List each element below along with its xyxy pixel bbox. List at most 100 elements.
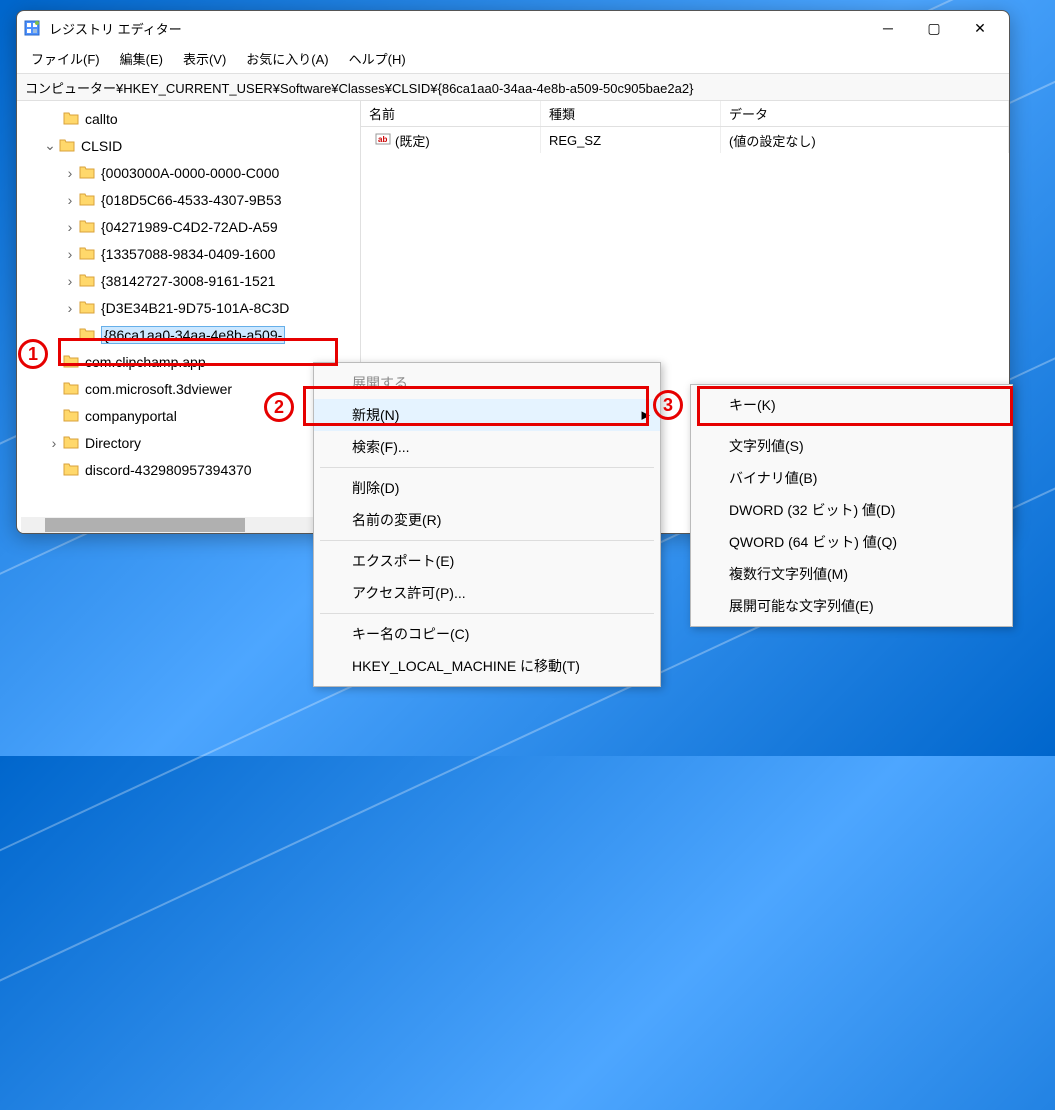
menu-item[interactable]: ファイル(F) xyxy=(21,45,110,72)
horizontal-scrollbar[interactable] xyxy=(21,517,356,533)
cm-expand: 展開する xyxy=(314,367,660,399)
menu-item[interactable]: ヘルプ(H) xyxy=(339,45,416,72)
menu-item[interactable]: お気に入り(A) xyxy=(236,45,338,72)
menu-item[interactable]: 編集(E) xyxy=(110,45,173,72)
tree-item[interactable]: callto xyxy=(17,105,360,132)
expander-icon[interactable] xyxy=(61,273,79,289)
expander-icon[interactable] xyxy=(61,165,79,181)
tree-item[interactable]: {018D5C66-4533-4307-9B53 xyxy=(17,186,360,213)
folder-icon xyxy=(63,381,81,397)
folder-icon xyxy=(79,246,97,262)
tree-item[interactable]: discord-432980957394370 xyxy=(17,456,360,483)
cm-export[interactable]: エクスポート(E) xyxy=(314,545,660,577)
cm-new-dword[interactable]: DWORD (32 ビット) 値(D) xyxy=(691,494,1012,526)
tree-item-label: com.microsoft.3dviewer xyxy=(85,381,232,397)
window-title: レジストリ エディター xyxy=(49,19,182,38)
tree-item[interactable]: {86ca1aa0-34aa-4e8b-a509- xyxy=(17,321,360,348)
folder-icon xyxy=(63,408,81,424)
address-path: コンピューター¥HKEY_CURRENT_USER¥Software¥Class… xyxy=(25,78,693,97)
svg-text:ab: ab xyxy=(378,135,387,144)
tree-item[interactable]: Directory xyxy=(17,429,360,456)
expander-icon[interactable] xyxy=(45,435,63,451)
tree-item-label: companyportal xyxy=(85,408,177,424)
list-rows: ab (既定) REG_SZ(値の設定なし) xyxy=(361,127,1009,153)
tree-item[interactable]: com.microsoft.3dviewer xyxy=(17,375,360,402)
column-data[interactable]: データ xyxy=(721,101,1009,126)
cm-rename[interactable]: 名前の変更(R) xyxy=(314,504,660,536)
cm-copy-key-name[interactable]: キー名のコピー(C) xyxy=(314,618,660,650)
minimize-button[interactable]: ─ xyxy=(865,12,911,44)
value-name: (既定) xyxy=(395,131,430,150)
cm-goto-hklm[interactable]: HKEY_LOCAL_MACHINE に移動(T) xyxy=(314,650,660,682)
cm-find[interactable]: 検索(F)... xyxy=(314,431,660,463)
context-menu-main: 展開する新規(N)▶検索(F)... 削除(D)名前の変更(R) エクスポート(E)… xyxy=(313,362,661,687)
cm-new-binary[interactable]: バイナリ値(B) xyxy=(691,462,1012,494)
expander-icon[interactable] xyxy=(61,246,79,262)
cm-delete[interactable]: 削除(D) xyxy=(314,472,660,504)
cm-new[interactable]: 新規(N)▶ xyxy=(314,399,660,431)
tree-item-label: {86ca1aa0-34aa-4e8b-a509- xyxy=(101,326,285,344)
menu-item[interactable]: 表示(V) xyxy=(173,45,236,72)
expander-icon[interactable] xyxy=(61,219,79,235)
folder-icon xyxy=(79,273,97,289)
tree-item-label: CLSID xyxy=(81,138,122,154)
address-bar[interactable]: コンピューター¥HKEY_CURRENT_USER¥Software¥Class… xyxy=(17,73,1009,101)
cm-permissions[interactable]: アクセス許可(P)... xyxy=(314,577,660,609)
tree-item-label: com.clipchamp.app xyxy=(85,354,206,370)
cm-new-expandstring[interactable]: 展開可能な文字列値(E) xyxy=(691,590,1012,622)
window-controls: ─ ▢ ✕ xyxy=(865,12,1003,44)
folder-icon xyxy=(63,111,81,127)
cm-new-string[interactable]: 文字列値(S) xyxy=(691,430,1012,462)
folder-icon xyxy=(59,138,77,154)
folder-icon xyxy=(63,435,81,451)
maximize-button[interactable]: ▢ xyxy=(911,12,957,44)
tree-item-label: {38142727-3008-9161-1521 xyxy=(101,273,275,289)
tree-item-label: {018D5C66-4533-4307-9B53 xyxy=(101,192,282,208)
registry-tree: callto CLSID {0003000A-0000-0000-C000 {018D… xyxy=(17,101,360,487)
tree-item[interactable]: com.clipchamp.app xyxy=(17,348,360,375)
tree-pane: callto CLSID {0003000A-0000-0000-C000 {018D… xyxy=(17,101,361,533)
tree-item[interactable]: {D3E34B21-9D75-101A-8C3D xyxy=(17,294,360,321)
tree-item-label: {13357088-9834-0409-1600 xyxy=(101,246,275,262)
cm-new-multistring[interactable]: 複数行文字列値(M) xyxy=(691,558,1012,590)
submenu-arrow-icon: ▶ xyxy=(642,409,650,422)
regedit-icon xyxy=(23,19,41,37)
column-type[interactable]: 種類 xyxy=(541,101,721,126)
list-row[interactable]: ab (既定) REG_SZ(値の設定なし) xyxy=(361,127,1009,153)
tree-item[interactable]: {38142727-3008-9161-1521 xyxy=(17,267,360,294)
titlebar: レジストリ エディター ─ ▢ ✕ xyxy=(17,11,1009,45)
expander-icon[interactable] xyxy=(41,137,59,154)
menu-separator xyxy=(320,467,654,468)
menu-separator xyxy=(320,613,654,614)
tree-item[interactable]: {04271989-C4D2-72AD-A59 xyxy=(17,213,360,240)
tree-item-label: {D3E34B21-9D75-101A-8C3D xyxy=(101,300,289,316)
tree-item-label: discord-432980957394370 xyxy=(85,462,252,478)
folder-icon xyxy=(79,165,97,181)
tree-item-label: {0003000A-0000-0000-C000 xyxy=(101,165,279,181)
menu-separator xyxy=(320,540,654,541)
tree-item-label: Directory xyxy=(85,435,141,451)
tree-item[interactable]: {13357088-9834-0409-1600 xyxy=(17,240,360,267)
menu-separator xyxy=(697,425,1006,426)
context-menu-new: キー(K) 文字列値(S)バイナリ値(B)DWORD (32 ビット) 値(D)Q… xyxy=(690,384,1013,627)
cm-new-key[interactable]: キー(K) xyxy=(691,389,1012,421)
folder-icon xyxy=(63,354,81,370)
tree-item[interactable]: CLSID xyxy=(17,132,360,159)
tree-item[interactable]: companyportal xyxy=(17,402,360,429)
close-button[interactable]: ✕ xyxy=(957,12,1003,44)
expander-icon[interactable] xyxy=(61,300,79,316)
tree-item-label: {04271989-C4D2-72AD-A59 xyxy=(101,219,278,235)
expander-icon[interactable] xyxy=(61,192,79,208)
folder-icon xyxy=(79,192,97,208)
value-data: (値の設定なし) xyxy=(721,127,1009,153)
folder-icon xyxy=(79,300,97,316)
value-type: REG_SZ xyxy=(541,127,721,153)
column-name[interactable]: 名前 xyxy=(361,101,541,126)
list-header: 名前 種類 データ xyxy=(361,101,1009,127)
tree-item-label: callto xyxy=(85,111,118,127)
cm-new-qword[interactable]: QWORD (64 ビット) 値(Q) xyxy=(691,526,1012,558)
menubar: ファイル(F)編集(E)表示(V)お気に入り(A)ヘルプ(H) xyxy=(17,45,1009,73)
folder-icon xyxy=(79,219,97,235)
scrollbar-thumb[interactable] xyxy=(45,518,245,532)
tree-item[interactable]: {0003000A-0000-0000-C000 xyxy=(17,159,360,186)
